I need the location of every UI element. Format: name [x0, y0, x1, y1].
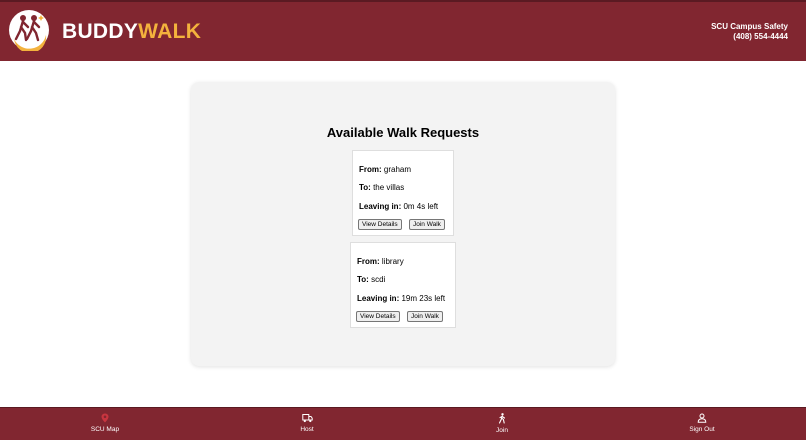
- brand-title-part1: BUDDY: [62, 20, 139, 43]
- campus-safety-name: SCU Campus Safety: [711, 22, 788, 31]
- walking-buddies-logo-icon[interactable]: [8, 9, 50, 51]
- walk-request-card: From: graham To: the villas Leaving in: …: [352, 150, 454, 236]
- to-value: scdi: [371, 275, 386, 284]
- nav-label-host: Host: [300, 426, 314, 433]
- join-walk-button[interactable]: Join Walk: [407, 311, 443, 322]
- from-label: From:: [359, 165, 382, 174]
- leaving-label: Leaving in:: [357, 294, 400, 303]
- page-title: Available Walk Requests: [326, 125, 480, 140]
- from-label: From:: [357, 257, 380, 266]
- from-value: graham: [383, 165, 412, 174]
- leaving-value: 19m 23s left: [401, 294, 446, 303]
- view-details-button[interactable]: View Details: [358, 219, 402, 230]
- walk-requests-panel: Available Walk Requests From: graham To:…: [191, 82, 615, 366]
- nav-item-scu-map[interactable]: SCU Map: [65, 413, 145, 433]
- campus-safety-contact: SCU Campus Safety (408) 554-4444: [711, 22, 788, 42]
- request-leaving: Leaving in: 0m 4s left: [359, 202, 438, 211]
- nav-item-join[interactable]: Join: [462, 413, 542, 434]
- request-to: To: the villas: [359, 183, 404, 192]
- app-root: BUDDYWALK SCU Campus Safety (408) 554-44…: [0, 0, 806, 440]
- request-from: From: library: [357, 257, 404, 266]
- to-label: To:: [359, 183, 371, 192]
- map-pin-icon: [101, 413, 109, 423]
- brand-title-part2: WALK: [138, 20, 202, 43]
- campus-safety-phone: (408) 554-4444: [733, 32, 788, 41]
- nav-label-sign-out: Sign Out: [689, 426, 715, 433]
- walking-person-icon: [498, 413, 506, 424]
- request-from: From: graham: [359, 165, 411, 174]
- to-label: To:: [357, 275, 369, 284]
- leaving-value: 0m 4s left: [403, 202, 439, 211]
- nav-label-scu-map: SCU Map: [90, 426, 120, 433]
- nav-label-join: Join: [496, 427, 508, 434]
- truck-icon: [301, 414, 313, 423]
- leaving-label: Leaving in:: [359, 202, 402, 211]
- request-leaving: Leaving in: 19m 23s left: [357, 294, 445, 303]
- bottom-nav: SCU Map Host Join Sign Out: [0, 407, 806, 440]
- brand-title: BUDDYWALK: [62, 19, 201, 45]
- to-value: the villas: [373, 183, 405, 192]
- nav-item-sign-out[interactable]: Sign Out: [662, 413, 742, 433]
- top-header: BUDDYWALK SCU Campus Safety (408) 554-44…: [0, 0, 806, 61]
- request-to: To: scdi: [357, 275, 385, 284]
- walk-request-card: From: library To: scdi Leaving in: 19m 2…: [350, 242, 456, 328]
- view-details-button[interactable]: View Details: [356, 311, 400, 322]
- from-value: library: [381, 257, 404, 266]
- join-walk-button[interactable]: Join Walk: [409, 219, 445, 230]
- nav-item-host[interactable]: Host: [267, 413, 347, 433]
- user-icon: [697, 413, 707, 423]
